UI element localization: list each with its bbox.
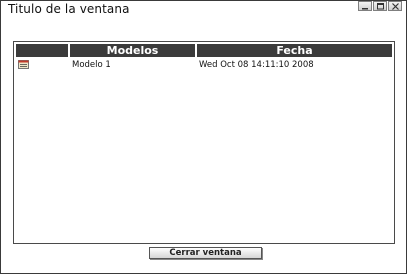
cell-fecha: Wed Oct 08 14:11:10 2008 (199, 60, 314, 70)
maximize-button[interactable] (373, 1, 387, 11)
window-title: Titulo de la ventana (8, 2, 130, 16)
table-row[interactable]: Modelo 1 Wed Oct 08 14:11:10 2008 (16, 59, 392, 71)
column-header-modelos[interactable]: Modelos (70, 44, 197, 57)
cell-modelo: Modelo 1 (72, 60, 111, 70)
minimize-icon (362, 8, 368, 10)
grid-header: Modelos Fecha (16, 44, 392, 57)
close-icon (392, 3, 399, 10)
column-header-icon[interactable] (16, 44, 70, 57)
close-window-button[interactable]: Cerrar ventana (149, 247, 262, 259)
maximize-icon (377, 3, 384, 10)
models-grid: Modelos Fecha Modelo 1 Wed Oct 08 14:11:… (13, 41, 395, 244)
document-edit-icon[interactable] (18, 60, 30, 70)
minimize-button[interactable] (358, 1, 372, 11)
column-header-fecha[interactable]: Fecha (197, 44, 392, 57)
row-icon-cell (16, 59, 70, 71)
window-controls (358, 1, 402, 11)
window: Titulo de la ventana Modelos Fecha Model… (0, 0, 407, 274)
close-button[interactable] (388, 1, 402, 11)
